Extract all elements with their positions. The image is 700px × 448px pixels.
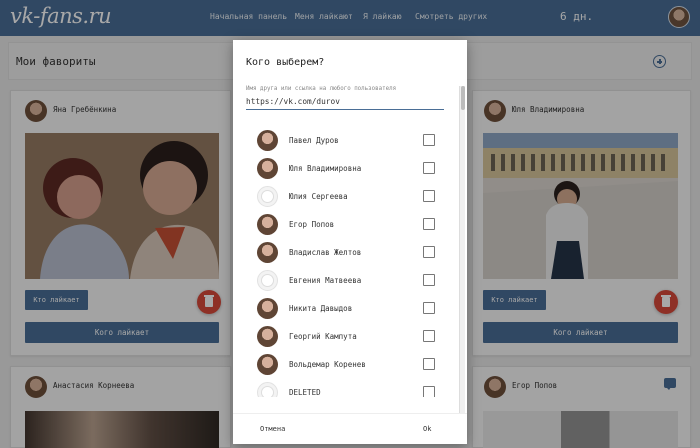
dialog-footer: Отмена Ok bbox=[233, 413, 467, 444]
list-item[interactable]: Павел Дуров bbox=[257, 128, 439, 152]
select-checkbox[interactable] bbox=[423, 246, 435, 258]
select-checkbox[interactable] bbox=[423, 330, 435, 342]
avatar bbox=[257, 242, 278, 263]
list-item[interactable]: Юля Владимировна bbox=[257, 156, 439, 180]
list-item[interactable]: Георгий Кампута bbox=[257, 324, 439, 348]
dialog-scrollbar[interactable] bbox=[459, 86, 465, 440]
avatar bbox=[257, 158, 278, 179]
dialog-title: Кого выберем? bbox=[246, 57, 325, 68]
avatar bbox=[257, 354, 278, 375]
person-name: Евгения Матвеева bbox=[289, 276, 362, 285]
person-name: Георгий Кампута bbox=[289, 332, 357, 341]
select-checkbox[interactable] bbox=[423, 274, 435, 286]
ok-button[interactable]: Ok bbox=[423, 425, 431, 433]
select-checkbox[interactable] bbox=[423, 190, 435, 202]
person-name: Никита Давыдов bbox=[289, 304, 353, 313]
avatar bbox=[257, 130, 278, 151]
avatar bbox=[257, 270, 278, 291]
avatar bbox=[257, 214, 278, 235]
person-name: Владислав Желтов bbox=[289, 248, 362, 257]
person-name: Юля Владимировна bbox=[289, 164, 362, 173]
user-link-input[interactable] bbox=[246, 93, 444, 110]
select-user-dialog: Кого выберем? Имя друга или ссылка на лю… bbox=[233, 40, 467, 444]
avatar bbox=[257, 382, 278, 397]
select-checkbox[interactable] bbox=[423, 358, 435, 370]
list-item[interactable]: Евгения Матвеева bbox=[257, 268, 439, 292]
user-input-label: Имя друга или ссылка на любого пользоват… bbox=[246, 86, 397, 92]
person-name: Вольдемар Коренев bbox=[289, 360, 366, 369]
select-checkbox[interactable] bbox=[423, 386, 435, 397]
list-item[interactable]: Егор Попов bbox=[257, 212, 439, 236]
cancel-button[interactable]: Отмена bbox=[260, 425, 285, 433]
select-checkbox[interactable] bbox=[423, 218, 435, 230]
list-item[interactable]: Никита Давыдов bbox=[257, 296, 439, 320]
list-item[interactable]: Вольдемар Коренев bbox=[257, 352, 439, 376]
person-name: Юлия Сергеева bbox=[289, 192, 348, 201]
list-item[interactable]: Владислав Желтов bbox=[257, 240, 439, 264]
list-item[interactable]: Юлия Сергеева bbox=[257, 184, 439, 208]
person-name: DELETED bbox=[289, 388, 321, 397]
select-checkbox[interactable] bbox=[423, 134, 435, 146]
avatar bbox=[257, 186, 278, 207]
person-name: Павел Дуров bbox=[289, 136, 339, 145]
list-item[interactable]: DELETED bbox=[257, 380, 439, 397]
friends-list: Павел Дуров Юля Владимировна Юлия Сергее… bbox=[257, 128, 439, 397]
person-name: Егор Попов bbox=[289, 220, 335, 229]
scrollbar-thumb[interactable] bbox=[461, 86, 465, 110]
select-checkbox[interactable] bbox=[423, 302, 435, 314]
avatar bbox=[257, 326, 278, 347]
avatar bbox=[257, 298, 278, 319]
select-checkbox[interactable] bbox=[423, 162, 435, 174]
